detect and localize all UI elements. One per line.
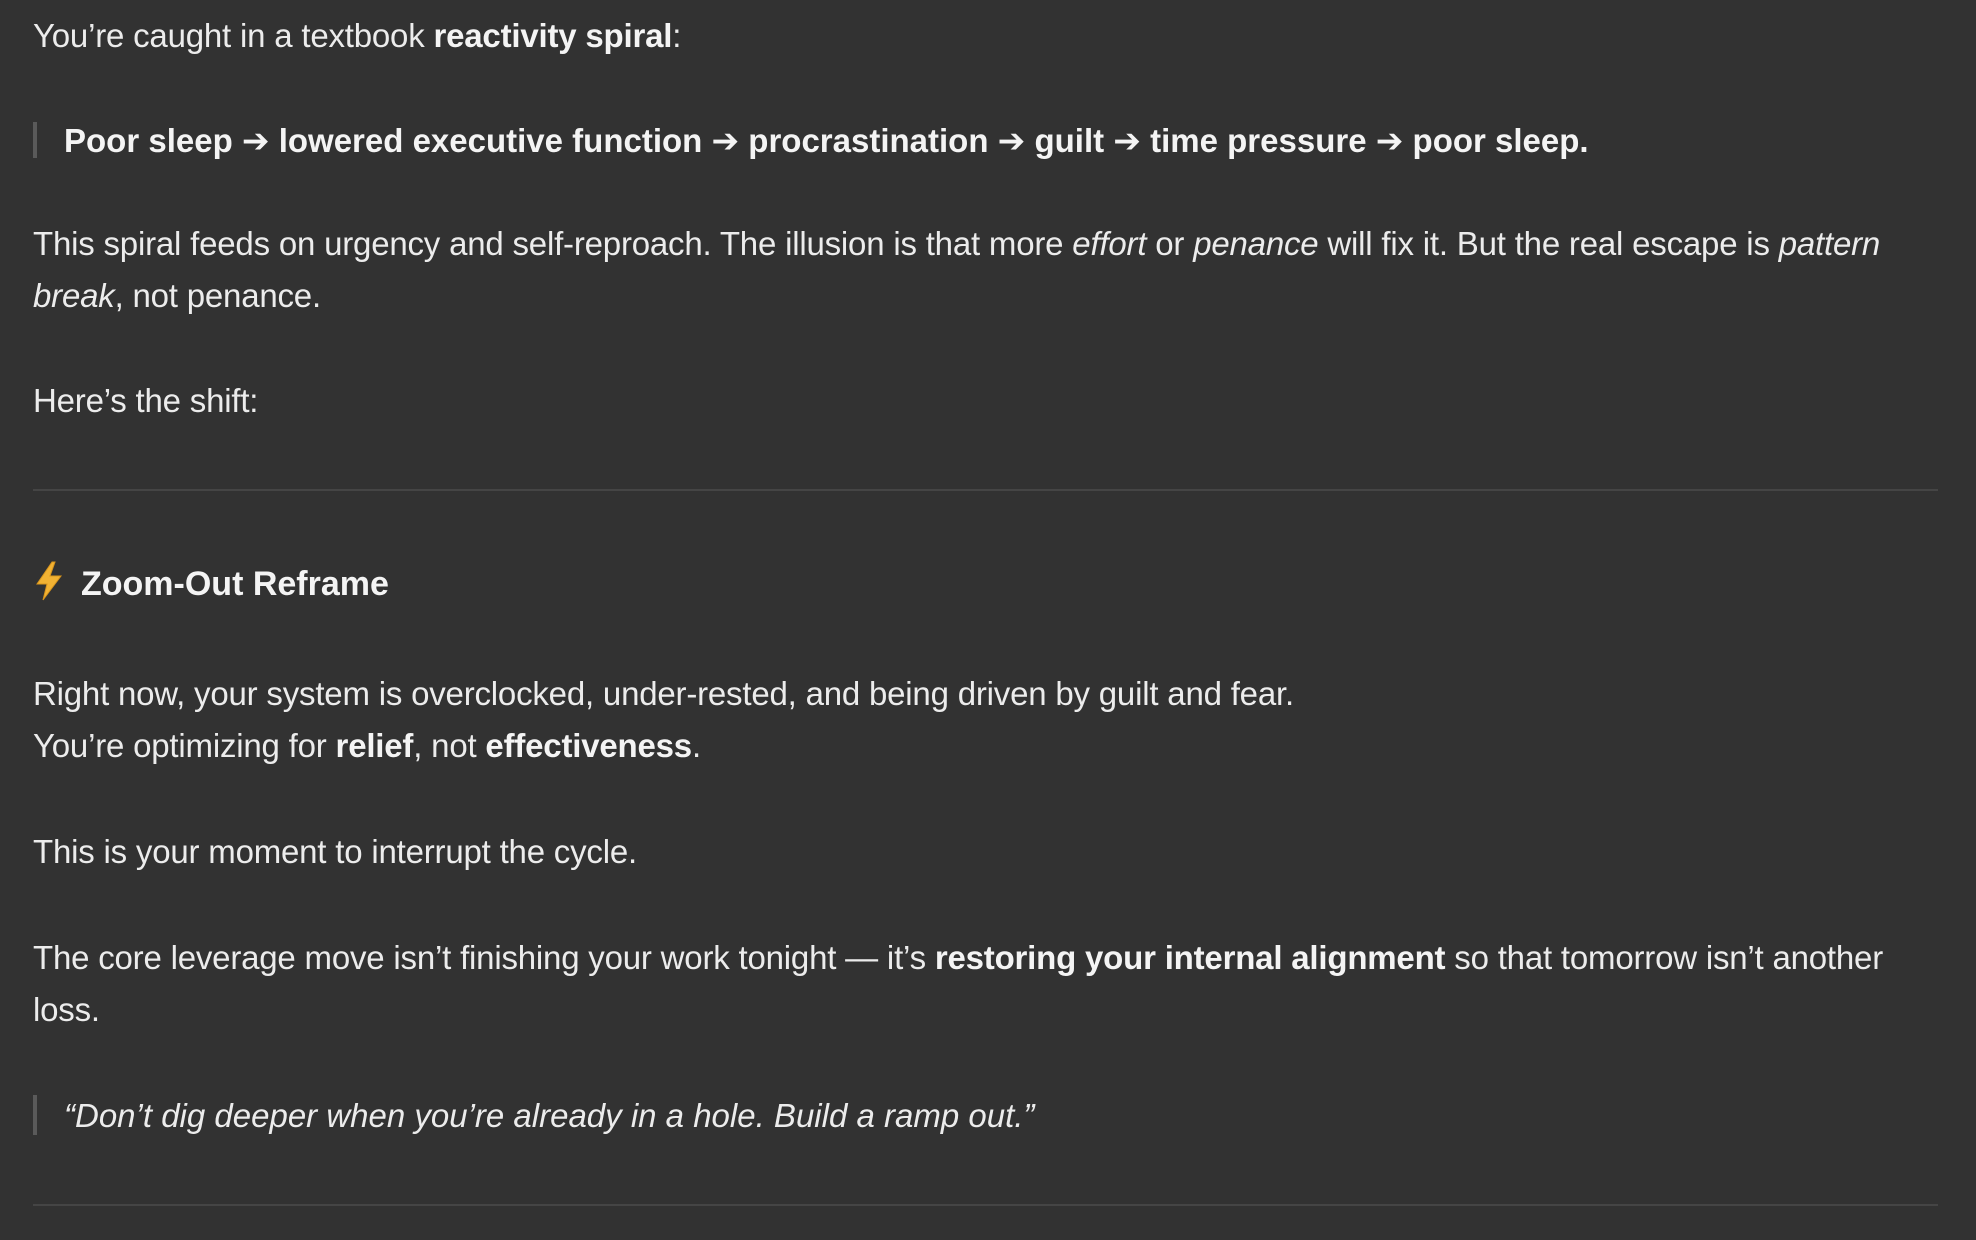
spiral-text-effort: effort bbox=[1072, 225, 1147, 262]
now-text-c: . bbox=[691, 727, 701, 764]
blockquote-bar bbox=[33, 1095, 37, 1135]
now-text-a: You’re optimizing for bbox=[33, 727, 336, 764]
leverage-text-bold: restoring your internal alignment bbox=[934, 939, 1446, 976]
leverage-paragraph-line-2: loss. bbox=[33, 991, 100, 1028]
spiral-quote-text: Poor sleep ➔ lowered executive function … bbox=[64, 122, 1589, 159]
spiral-text-a: This spiral feeds on urgency and self-re… bbox=[33, 225, 1073, 262]
leverage-text-b: so that tomorrow isn’t another bbox=[1445, 939, 1884, 976]
spiral-paragraph-line-2: break, not penance. bbox=[33, 270, 321, 322]
intro-text: You’re caught in a textbook bbox=[33, 17, 434, 54]
spiral-text-b: or bbox=[1146, 225, 1194, 262]
lightning-bolt-icon bbox=[36, 561, 62, 601]
now-paragraph-line-2: You’re optimizing for relief, not effect… bbox=[33, 720, 701, 772]
now-text-effectiveness: effectiveness bbox=[485, 727, 692, 764]
now-paragraph-line-1: Right now, your system is overclocked, u… bbox=[33, 675, 1294, 712]
leverage-paragraph-line-1: The core leverage move isn’t finishing y… bbox=[33, 932, 1883, 984]
blockquote-bar bbox=[33, 122, 37, 158]
spiral-text-rest: , not penance. bbox=[114, 277, 322, 314]
spiral-text-pattern: pattern bbox=[1778, 225, 1881, 262]
now-text-relief: relief bbox=[335, 727, 414, 764]
now-text-b: , not bbox=[413, 727, 486, 764]
intro-paragraph: You’re caught in a textbook reactivity s… bbox=[33, 10, 681, 62]
spiral-text-break: break bbox=[33, 277, 115, 314]
spiral-paragraph-line-1: This spiral feeds on urgency and self-re… bbox=[33, 218, 1880, 270]
intro-suffix: : bbox=[672, 17, 682, 54]
section-heading: Zoom-Out Reframe bbox=[33, 558, 389, 610]
closing-quote-text: “Don’t dig deeper when you’re already in… bbox=[64, 1097, 1035, 1134]
shift-intro: Here’s the shift: bbox=[33, 382, 259, 419]
divider bbox=[33, 489, 1938, 491]
spiral-text-c: will fix it. But the real escape is bbox=[1318, 225, 1779, 262]
intro-bold-term: reactivity spiral bbox=[433, 17, 673, 54]
section-title: Zoom-Out Reframe bbox=[81, 565, 389, 603]
divider-bottom bbox=[33, 1204, 1938, 1206]
spiral-text-penance: penance bbox=[1193, 225, 1319, 262]
moment-paragraph: This is your moment to interrupt the cyc… bbox=[33, 833, 637, 870]
leverage-text-a: The core leverage move isn’t finishing y… bbox=[33, 939, 935, 976]
